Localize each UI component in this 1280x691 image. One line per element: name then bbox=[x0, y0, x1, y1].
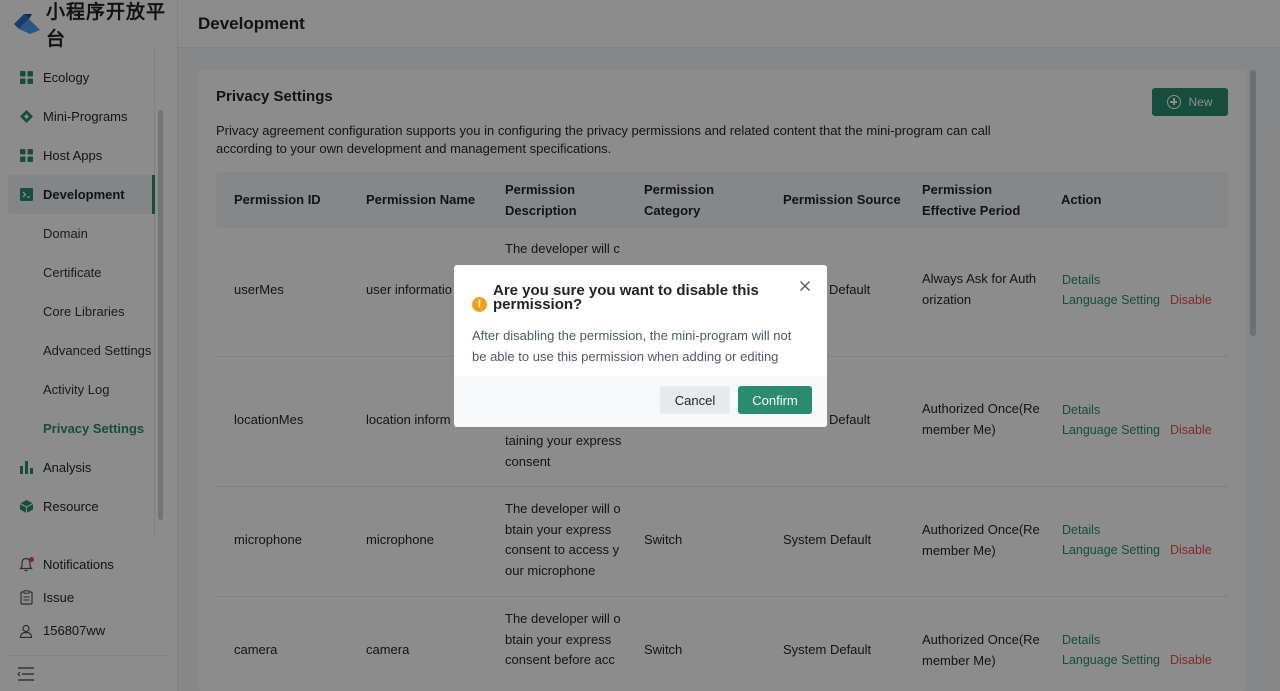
confirm-button[interactable]: Confirm bbox=[738, 386, 812, 414]
dialog-message-line1: After disabling the permission, the mini… bbox=[472, 328, 792, 343]
dialog-title: Are you sure you want to disable this pe… bbox=[493, 283, 783, 313]
cancel-button[interactable]: Cancel bbox=[660, 386, 730, 414]
close-icon[interactable] bbox=[799, 279, 811, 291]
dialog-message: After disabling the permission, the mini… bbox=[472, 325, 812, 367]
confirm-disable-dialog: ! Are you sure you want to disable this … bbox=[454, 265, 827, 427]
dialog-message-line2: be able to use this permission when addi… bbox=[472, 349, 779, 364]
dialog-title-line2: permission? bbox=[493, 296, 583, 313]
warning-icon: ! bbox=[472, 297, 487, 312]
dialog-footer: Cancel Confirm bbox=[454, 376, 827, 427]
